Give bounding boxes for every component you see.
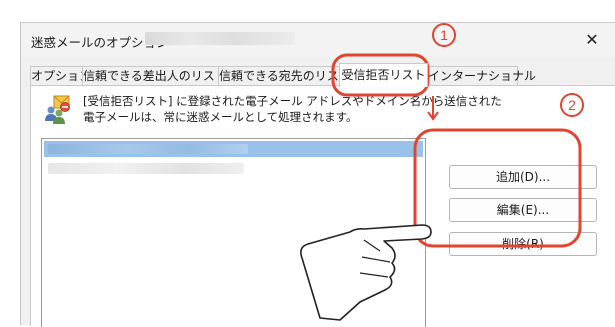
blocked-senders-icon	[45, 95, 70, 124]
title-bar: 迷惑メールのオプション - ✕	[21, 23, 615, 57]
delete-button[interactable]: 削除(R)	[449, 232, 597, 256]
list-item[interactable]	[44, 161, 244, 177]
redacted-address	[48, 163, 244, 174]
tab-blocked-senders[interactable]: 受信拒否リスト	[339, 63, 428, 87]
edit-button[interactable]: 編集(E)...	[449, 198, 597, 222]
add-button[interactable]: 追加(D)...	[449, 165, 597, 189]
list-item-selected[interactable]	[44, 141, 423, 157]
tab-safe-senders[interactable]: 信頼できる差出人のリスト	[82, 66, 227, 85]
close-icon[interactable]: ✕	[581, 29, 603, 51]
redacted-account-name	[145, 32, 295, 45]
blocked-senders-panel: [受信拒否リスト] に登録された電子メール アドレスやドメイン名から送信された …	[30, 85, 615, 327]
tab-options[interactable]: オプション	[30, 66, 91, 85]
description-line-2: 電子メールは、常に迷惑メールとして処理されます。	[83, 110, 358, 124]
description-line-1: [受信拒否リスト] に登録された電子メール アドレスやドメイン名から送信された	[83, 94, 502, 108]
tab-international[interactable]: インターナショナル	[427, 66, 536, 85]
description-text: [受信拒否リスト] に登録された電子メール アドレスやドメイン名から送信された …	[83, 93, 502, 125]
tab-safe-recipients[interactable]: 信頼できる宛先のリスト	[218, 66, 351, 85]
redacted-address	[48, 144, 248, 154]
junk-email-options-dialog: 迷惑メールのオプション - ✕ オプション 信頼できる差出人のリスト 信頼できる…	[20, 22, 615, 327]
blocked-senders-list[interactable]	[41, 138, 426, 327]
